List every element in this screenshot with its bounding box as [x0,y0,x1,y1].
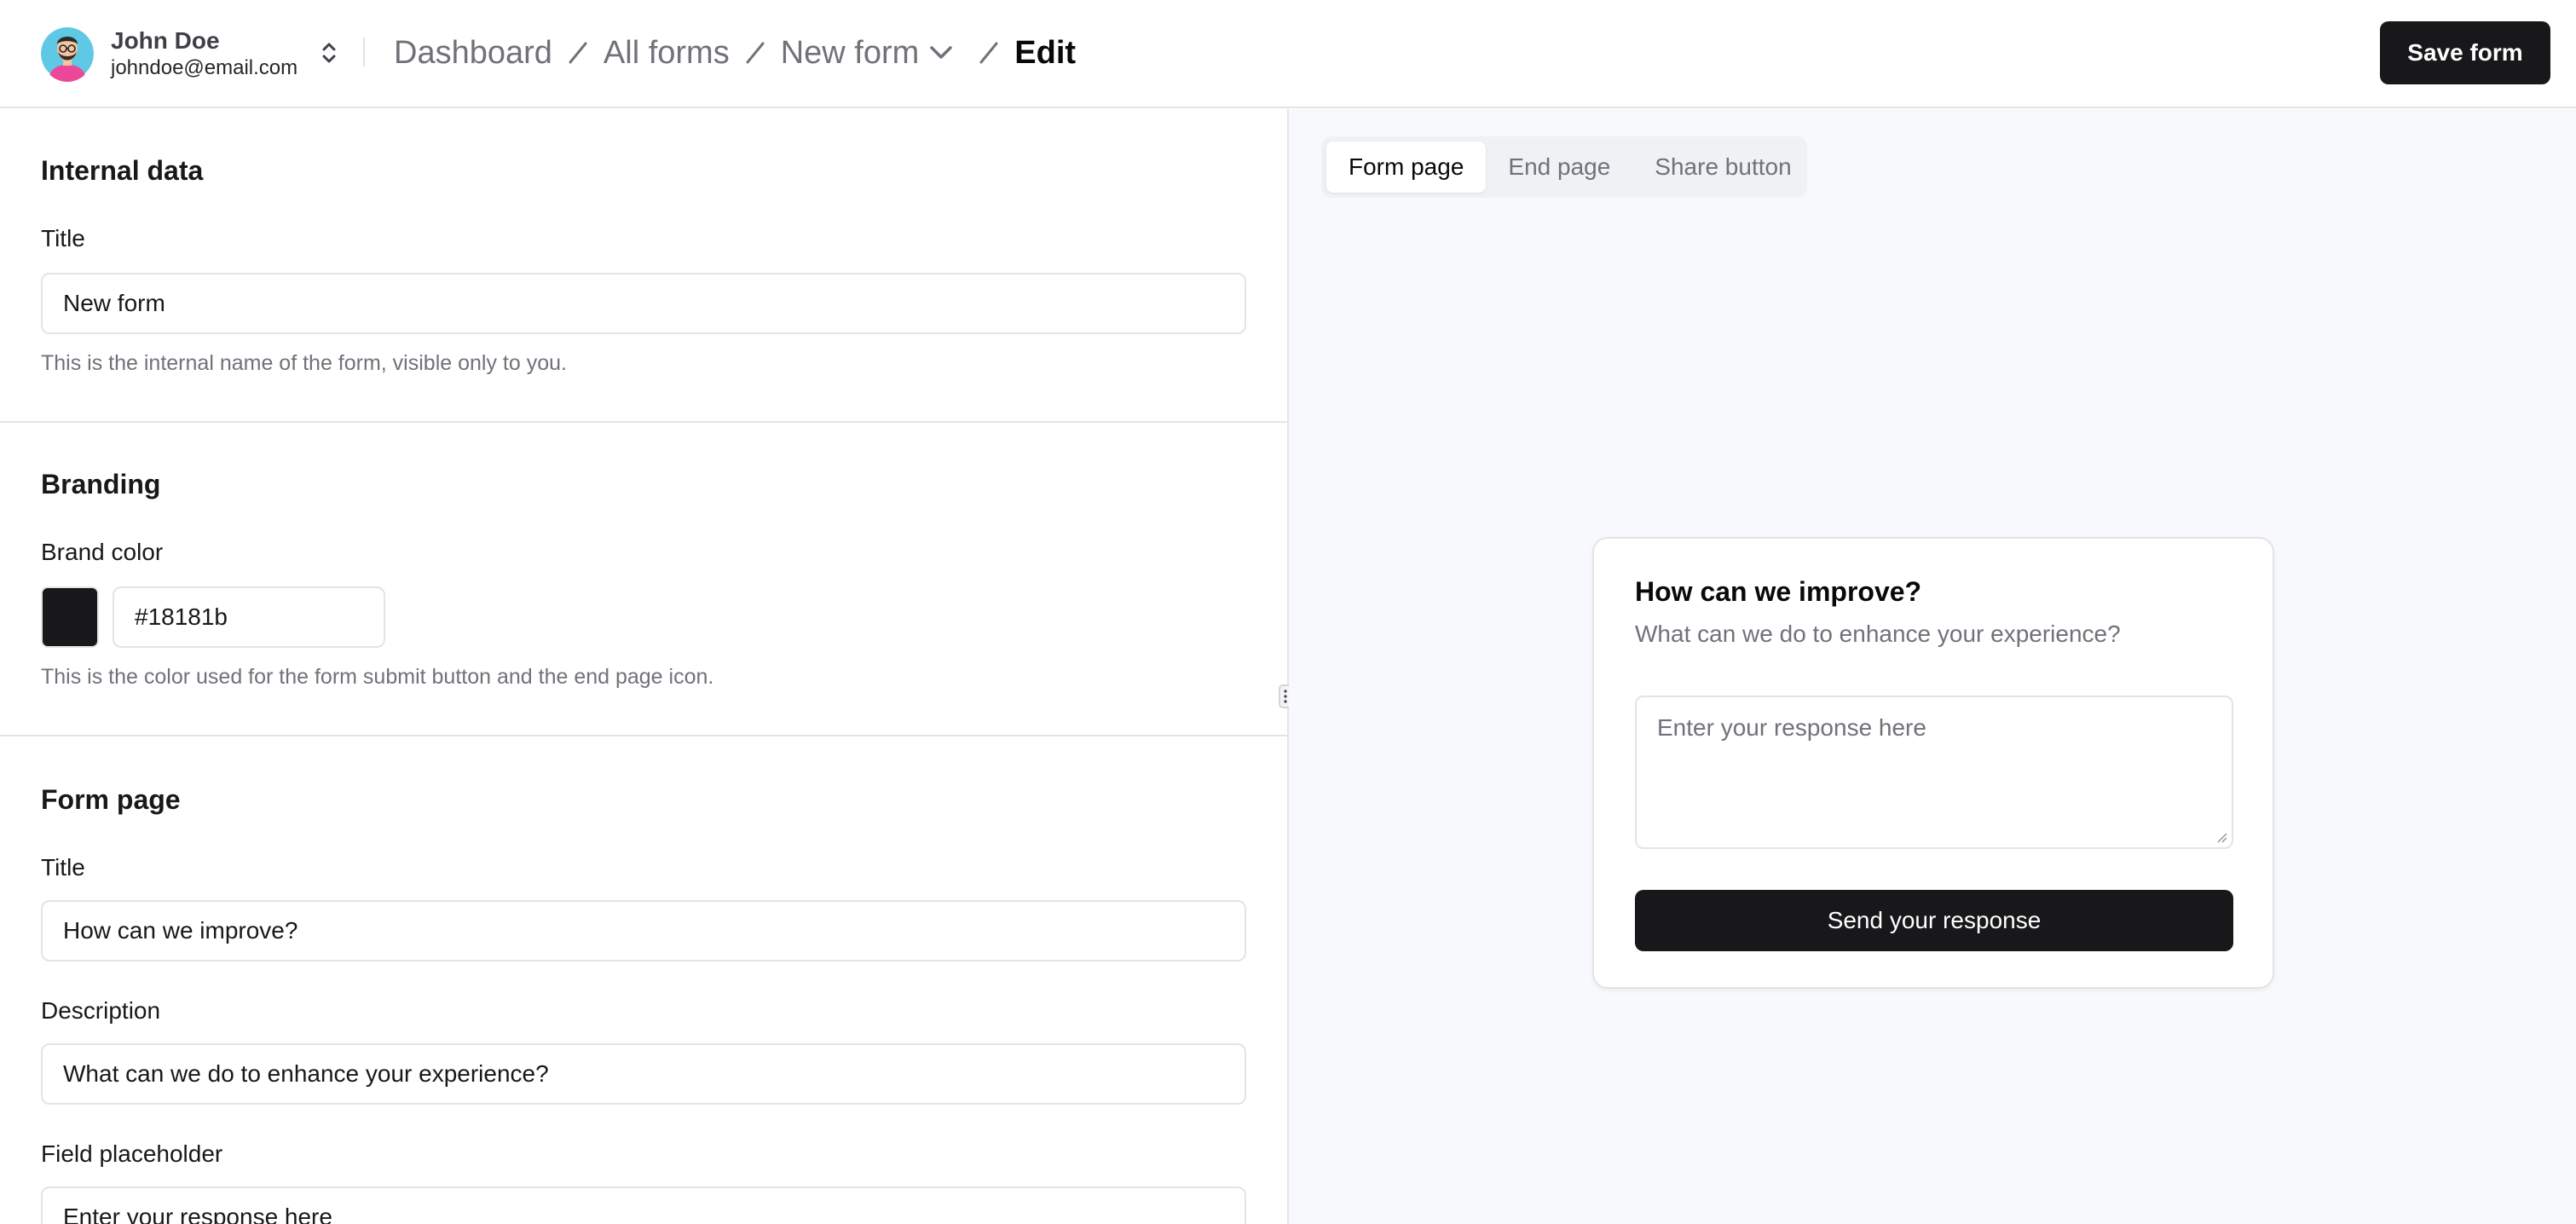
user-info: John Doe johndoe@email.com [111,26,297,81]
breadcrumb-current: Edit [1014,35,1077,71]
internal-title-help: This is the internal name of the form, v… [41,351,567,375]
form-title-label: Title [41,854,85,880]
user-name: John Doe [111,27,220,54]
section-heading: Internal data [41,155,204,186]
breadcrumb-form-switcher[interactable]: New form [781,26,964,80]
brand-color-label: Brand color [41,539,164,565]
header-separator [363,38,365,66]
form-title-input[interactable]: How can we improve? [41,900,1246,961]
form-page-section: Form page Title How can we improve? Desc… [0,736,1287,1224]
breadcrumb-separator [552,26,604,80]
preview-description: What can we do to enhance your experienc… [1635,621,2121,647]
breadcrumb-dashboard[interactable]: Dashboard [394,26,552,80]
brand-color-input[interactable]: #18181b [113,586,385,648]
form-preview-card: How can we improve? What can we do to en… [1592,537,2274,989]
breadcrumb: Dashboard All forms New form Edit [394,26,1076,80]
avatar-illustration-icon [41,27,94,82]
editor-panel: Internal data Title New form This is the… [0,109,1287,1224]
title-label: Title [41,225,85,251]
section-heading: Branding [41,469,161,499]
tab-form-page[interactable]: Form page [1326,141,1487,193]
chevrons-up-down-icon[interactable] [312,36,346,70]
preview-panel: Form page End page Share button How can … [1289,109,2576,1224]
internal-data-section: Internal data Title New form This is the… [0,109,1287,423]
breadcrumb-separator [730,26,781,80]
form-description-input[interactable]: What can we do to enhance your experienc… [41,1043,1246,1105]
preview-placeholder: Enter your response here [1657,714,1926,741]
section-heading: Form page [41,784,181,815]
user-switcher[interactable]: John Doe johndoe@email.com [41,24,339,84]
top-header: John Doe johndoe@email.com Dashboard All… [0,0,2576,108]
branding-section: Branding Brand color #18181b This is the… [0,423,1287,736]
preview-tabs: Form page End page Share button [1321,136,1807,198]
preview-response-textarea[interactable]: Enter your response here [1635,696,2233,849]
brand-color-help: This is the color used for the form subm… [41,665,714,689]
user-email: johndoe@email.com [111,56,298,79]
resize-grip-icon[interactable] [2215,830,2228,844]
breadcrumb-separator [963,26,1014,80]
save-form-button[interactable]: Save form [2380,21,2550,84]
field-placeholder-label: Field placeholder [41,1140,223,1167]
field-placeholder-input[interactable]: Enter your response here [41,1186,1246,1224]
tab-share-button[interactable]: Share button [1632,141,1813,193]
internal-title-input[interactable]: New form [41,273,1246,334]
brand-color-swatch[interactable] [41,586,99,648]
send-response-button[interactable]: Send your response [1635,890,2233,951]
form-description-label: Description [41,997,161,1024]
breadcrumb-new-form[interactable]: New form [781,26,920,80]
user-avatar [41,26,94,82]
breadcrumb-all-forms[interactable]: All forms [604,26,730,80]
preview-title: How can we improve? [1635,576,1922,607]
tab-end-page[interactable]: End page [1486,141,1632,193]
chevron-down-icon[interactable] [919,26,963,80]
